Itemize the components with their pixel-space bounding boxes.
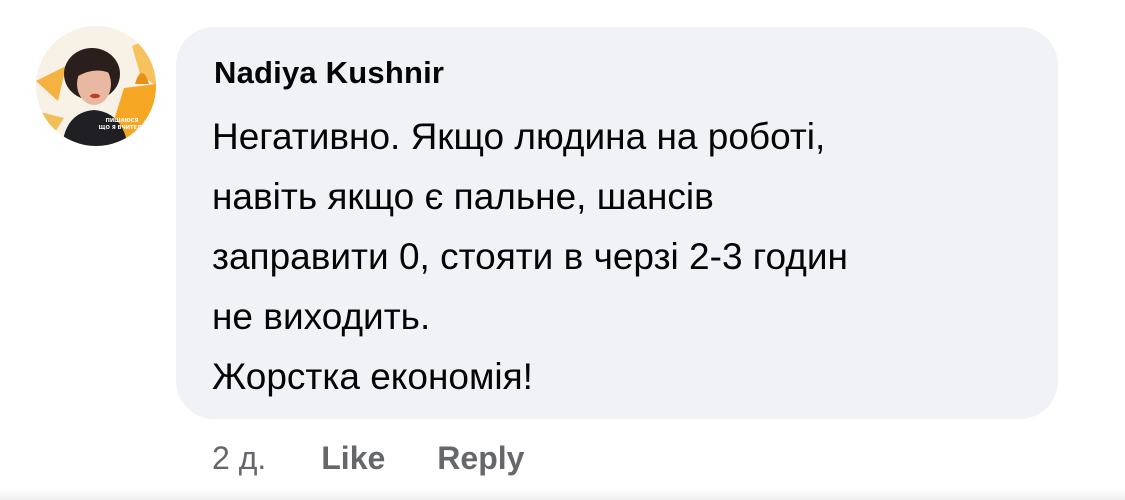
comment: ПИШАЮСЯ ЩО Я ВЧИТЕЛЬ Nadiya Kushnir Нега… (0, 0, 1125, 500)
avatar[interactable]: ПИШАЮСЯ ЩО Я ВЧИТЕЛЬ (36, 26, 156, 146)
svg-text:ПИШАЮСЯ: ПИШАЮСЯ (106, 118, 139, 124)
svg-text:ЩО Я ВЧИТЕЛЬ: ЩО Я ВЧИТЕЛЬ (99, 125, 146, 131)
comment-text-line: Жорстка економія! (212, 356, 533, 397)
comment-bubble: Nadiya Kushnir Негативно. Якщо людина на… (176, 27, 1058, 419)
comment-text-line: навіть якщо є пальне, шансів (212, 176, 714, 217)
comment-text-line: заправити 0, стояти в черзі 2-3 годин (212, 236, 848, 277)
comment-text: Негативно. Якщо людина на роботі, навіть… (212, 107, 1042, 407)
profile-photo: ПИШАЮСЯ ЩО Я ВЧИТЕЛЬ (36, 26, 156, 146)
comment-timestamp[interactable]: 2 д. (212, 440, 266, 477)
comment-actions: 2 д. Like Reply (212, 436, 576, 480)
divider (0, 490, 1125, 500)
reply-button[interactable]: Reply (437, 440, 524, 477)
comment-text-line: не виходить. (212, 296, 431, 337)
like-button[interactable]: Like (321, 440, 385, 477)
comment-text-line: Негативно. Якщо людина на роботі, (212, 116, 826, 157)
comment-author[interactable]: Nadiya Kushnir (214, 55, 444, 91)
